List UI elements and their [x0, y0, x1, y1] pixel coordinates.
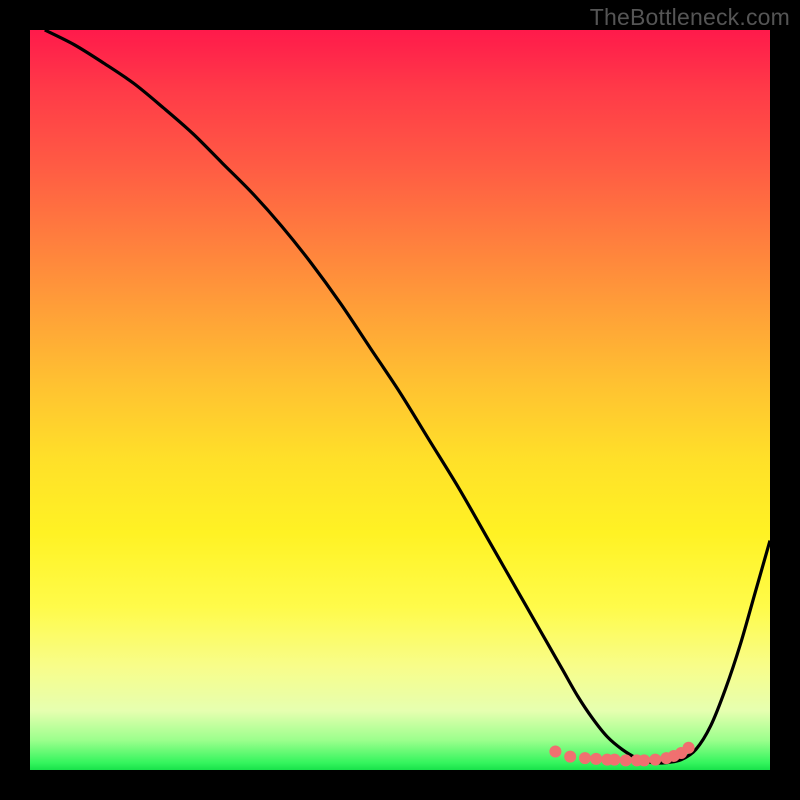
- marker-point: [609, 754, 621, 766]
- watermark-text: TheBottleneck.com: [590, 4, 790, 31]
- bottleneck-curve: [45, 30, 770, 763]
- marker-point: [638, 754, 650, 766]
- marker-point: [683, 742, 695, 754]
- marker-point: [649, 754, 661, 766]
- marker-point: [590, 753, 602, 765]
- plot-area: [30, 30, 770, 770]
- marker-point: [620, 754, 632, 766]
- marker-point: [549, 746, 561, 758]
- curve-layer: [30, 30, 770, 770]
- marker-point: [579, 752, 591, 764]
- marker-point: [564, 751, 576, 763]
